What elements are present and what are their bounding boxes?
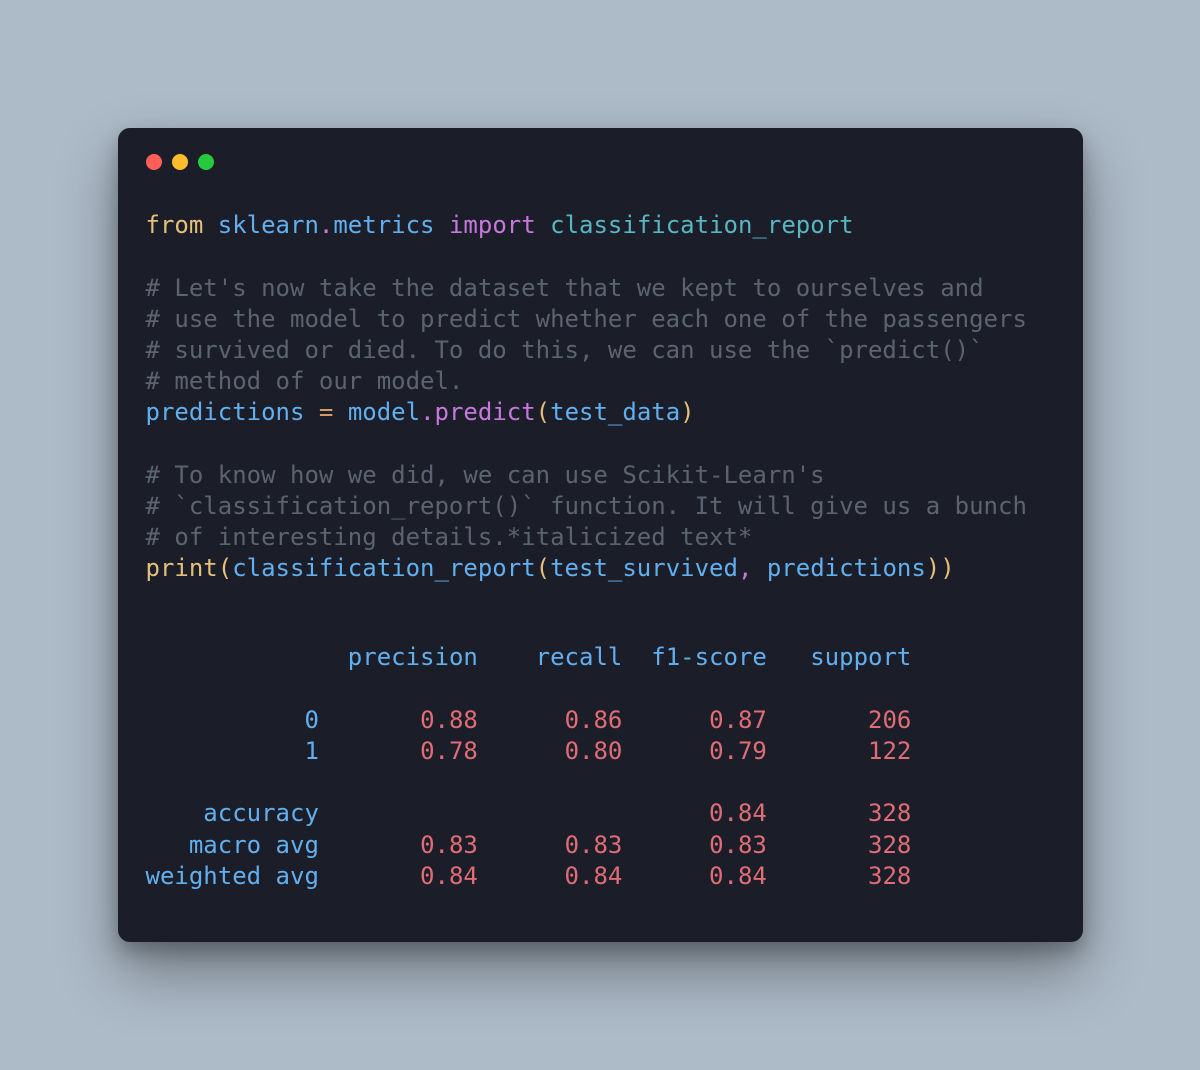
op-equals: = <box>319 398 333 426</box>
code-block: from sklearn.metrics import classificati… <box>146 210 1055 584</box>
paren-close: ) <box>926 554 940 582</box>
pad <box>146 737 305 765</box>
space <box>435 211 449 239</box>
comment-line: # survived or died. To do this, we can u… <box>146 336 984 364</box>
arg-test-survived: test_survived <box>550 554 738 582</box>
dash: - <box>680 643 694 671</box>
fn-classification-report: classification_report <box>232 554 535 582</box>
cell: 0.84 <box>420 862 478 890</box>
pad <box>767 737 868 765</box>
classification-report-output: precision recall f1-score support 0 0.88… <box>146 642 1055 892</box>
pad <box>146 799 204 827</box>
cell: 0.88 <box>420 706 478 734</box>
pad <box>146 643 348 671</box>
cell: 0.80 <box>565 737 623 765</box>
col-precision: precision <box>348 643 478 671</box>
comma: , <box>738 554 752 582</box>
comment-line: # method of our model. <box>146 367 464 395</box>
pad <box>767 831 868 859</box>
row-weighted: weighted avg <box>146 862 319 890</box>
pad <box>622 706 709 734</box>
col-support: support <box>810 643 911 671</box>
ident-classification-report: classification_report <box>550 211 853 239</box>
var-predictions: predictions <box>146 398 305 426</box>
pad <box>319 862 420 890</box>
cell: 328 <box>868 799 911 827</box>
pad <box>767 799 868 827</box>
pad <box>319 737 420 765</box>
cell: 0.84 <box>565 862 623 890</box>
module-sklearn: sklearn <box>218 211 319 239</box>
comment-line: # `classification_report()` function. It… <box>146 492 1027 520</box>
pad <box>478 706 565 734</box>
col-f1: f1 <box>651 643 680 671</box>
cell: 122 <box>868 737 911 765</box>
pad <box>622 643 651 671</box>
module-metrics: metrics <box>333 211 434 239</box>
paren-close: ) <box>940 554 954 582</box>
space <box>203 211 217 239</box>
arg-test-data: test_data <box>550 398 680 426</box>
fn-predict: predict <box>435 398 536 426</box>
row-label-0: 0 <box>304 706 318 734</box>
pad <box>767 643 810 671</box>
comment-line: # Let's now take the dataset that we kep… <box>146 274 984 302</box>
cell: 328 <box>868 831 911 859</box>
cell: 0.84 <box>709 799 767 827</box>
paren-open: ( <box>536 398 550 426</box>
pad <box>767 862 868 890</box>
keyword-from: from <box>146 211 204 239</box>
comment-line: # use the model to predict whether each … <box>146 305 1027 333</box>
space <box>536 211 550 239</box>
cell: 0.79 <box>709 737 767 765</box>
pad <box>622 737 709 765</box>
paren-close: ) <box>680 398 694 426</box>
cell: 328 <box>868 862 911 890</box>
space <box>752 554 766 582</box>
cell: 0.87 <box>709 706 767 734</box>
keyword-import: import <box>449 211 536 239</box>
pad <box>622 831 709 859</box>
pad <box>146 706 305 734</box>
pad <box>146 831 189 859</box>
cell: 0.83 <box>565 831 623 859</box>
pad <box>622 862 709 890</box>
cell: 0.83 <box>709 831 767 859</box>
maximize-icon[interactable] <box>198 154 214 170</box>
pad <box>319 831 420 859</box>
cell: 206 <box>868 706 911 734</box>
pad <box>478 643 536 671</box>
cell: 0.83 <box>420 831 478 859</box>
fn-print: print <box>146 554 218 582</box>
traffic-lights <box>146 154 1055 170</box>
cell: 0.84 <box>709 862 767 890</box>
pad <box>478 862 565 890</box>
pad <box>478 831 565 859</box>
paren-open: ( <box>218 554 232 582</box>
pad <box>767 706 868 734</box>
dot: . <box>319 211 333 239</box>
paren-open: ( <box>536 554 550 582</box>
row-label-1: 1 <box>304 737 318 765</box>
dot: . <box>420 398 434 426</box>
arg-predictions: predictions <box>767 554 926 582</box>
space <box>333 398 347 426</box>
row-macro: macro avg <box>189 831 319 859</box>
cell: 0.86 <box>565 706 623 734</box>
pad <box>319 799 709 827</box>
col-recall: recall <box>536 643 623 671</box>
space <box>304 398 318 426</box>
code-window: from sklearn.metrics import classificati… <box>118 128 1083 942</box>
col-f1: score <box>695 643 767 671</box>
pad <box>478 737 565 765</box>
close-icon[interactable] <box>146 154 162 170</box>
var-model: model <box>348 398 420 426</box>
comment-line: # of interesting details.*italicized tex… <box>146 523 753 551</box>
row-accuracy: accuracy <box>203 799 319 827</box>
pad <box>319 706 420 734</box>
comment-line: # To know how we did, we can use Scikit-… <box>146 461 825 489</box>
minimize-icon[interactable] <box>172 154 188 170</box>
cell: 0.78 <box>420 737 478 765</box>
